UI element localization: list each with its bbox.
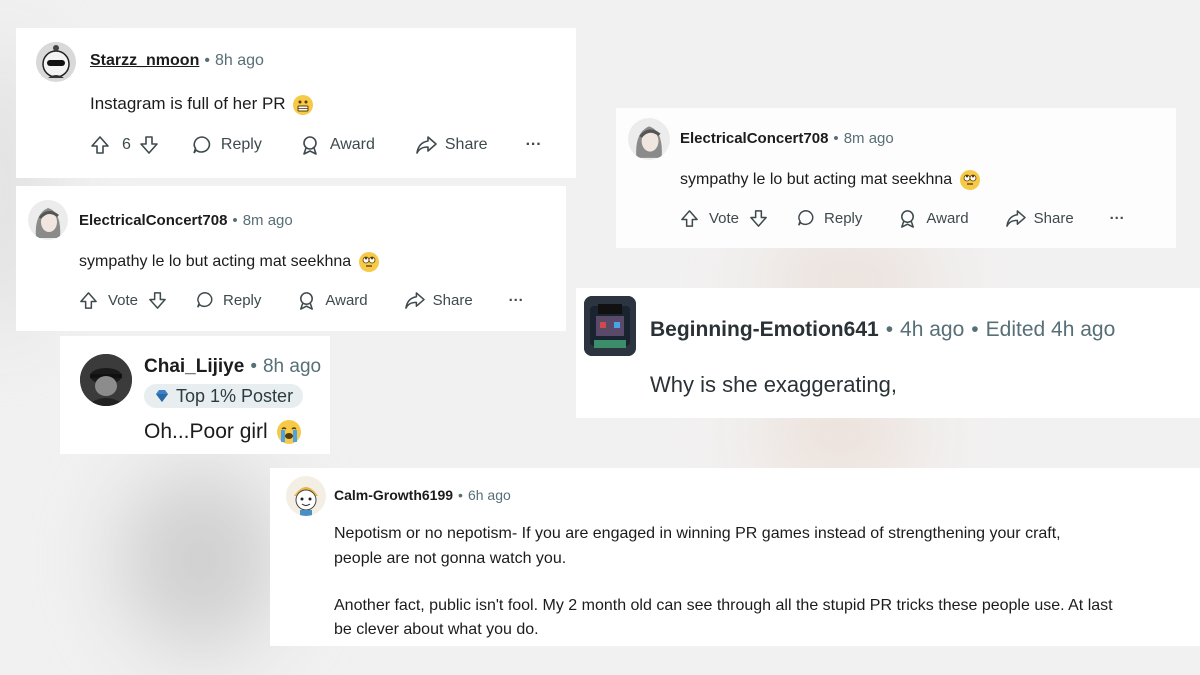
avatar[interactable] [36, 42, 76, 82]
eye-roll-emoji [959, 170, 980, 190]
vote-label: Vote [108, 291, 139, 309]
upvote-icon [91, 136, 109, 154]
downvote-button[interactable] [148, 291, 167, 310]
username[interactable]: ElectricalConcert708 [680, 130, 828, 147]
more-options-button[interactable]: ··· [526, 136, 542, 154]
timestamp[interactable]: 8m ago [844, 130, 894, 147]
comment-bubble-icon [197, 291, 213, 308]
downvote-button[interactable] [139, 135, 159, 155]
comment-card: Starzz_nmoon • 8h ago Instagram is full … [16, 28, 576, 178]
award-button[interactable]: Award [297, 291, 368, 310]
share-button[interactable]: Share [404, 291, 473, 310]
upvote-icon [681, 209, 698, 227]
award-icon [303, 136, 317, 155]
downvote-icon [149, 291, 166, 309]
separator: • [885, 318, 894, 341]
comment-bubble-icon [193, 136, 211, 154]
award-icon [901, 209, 915, 228]
share-icon [404, 291, 425, 309]
reply-button[interactable]: Reply [195, 290, 261, 310]
comment-header: Chai_Lijiye • 8h ago [144, 356, 321, 378]
avatar[interactable] [628, 118, 670, 160]
comment-card: ElectricalConcert708 • 8m ago sympathy l… [16, 186, 566, 331]
downvote-button[interactable] [749, 209, 768, 228]
share-icon [1005, 209, 1026, 227]
comment-body: Oh...Poor girl [144, 420, 301, 445]
top-poster-badge[interactable]: Top 1% Poster [144, 384, 304, 408]
comment-header: Beginning-Emotion641 • 4h ago • Edited 4… [650, 318, 1115, 342]
award-button[interactable]: Award [300, 135, 375, 155]
avatar[interactable] [28, 200, 68, 240]
timestamp[interactable]: 8m ago [243, 212, 293, 229]
more-options-button[interactable]: ··· [509, 292, 524, 309]
comment-body: sympathy le lo but acting mat seekhna [680, 170, 980, 190]
crying-emoji [276, 420, 301, 445]
vote-count: 6 [122, 136, 131, 153]
separator: • [458, 487, 463, 503]
downvote-icon [750, 209, 767, 227]
separator: • [204, 52, 210, 69]
action-bar: 6 Reply Award Share ··· [90, 134, 542, 156]
username[interactable]: Beginning-Emotion641 [650, 318, 879, 342]
separator: • [833, 130, 839, 147]
timestamp[interactable]: 8h ago [215, 52, 264, 70]
award-icon [300, 291, 314, 310]
share-icon [416, 136, 437, 154]
grimace-emoji [293, 94, 314, 115]
timestamp[interactable]: 8h ago [263, 356, 321, 378]
comment-header: ElectricalConcert708 • 8m ago [680, 130, 894, 147]
share-button[interactable]: Share [1005, 209, 1074, 228]
action-bar: Vote Reply Award Share ··· [79, 290, 524, 310]
upvote-icon [80, 291, 97, 309]
comment-card: Beginning-Emotion641 • 4h ago • Edited 4… [576, 288, 1200, 418]
share-button[interactable]: Share [415, 135, 488, 155]
comment-bubble-icon [798, 209, 814, 226]
comment-header: ElectricalConcert708 • 8m ago [79, 212, 293, 229]
username[interactable]: Calm-Growth6199 [334, 487, 453, 503]
comment-card: Calm-Growth6199 • 6h ago Nepotism or no … [270, 468, 1200, 646]
username[interactable]: Chai_Lijiye [144, 356, 244, 378]
upvote-button[interactable] [680, 209, 699, 228]
comment-body: sympathy le lo but acting mat seekhna [79, 252, 379, 272]
avatar[interactable] [80, 354, 132, 406]
comment-body-line: be clever about what you do. [334, 621, 539, 638]
comment-header: Calm-Growth6199 • 6h ago [334, 487, 511, 503]
eye-roll-emoji [358, 252, 379, 272]
timestamp[interactable]: 4h ago [900, 318, 964, 342]
timestamp[interactable]: 6h ago [468, 487, 511, 503]
background-blur [120, 470, 280, 650]
comment-card: Chai_Lijiye • 8h ago Top 1% Poster Oh...… [60, 336, 330, 454]
comment-body-line: Nepotism or no nepotism- If you are enga… [334, 525, 1061, 542]
upvote-button[interactable] [79, 291, 98, 310]
upvote-button[interactable] [90, 135, 110, 155]
diamond-icon [156, 390, 168, 402]
action-bar: Vote Reply Award Share ··· [680, 208, 1125, 228]
avatar[interactable] [286, 476, 326, 516]
separator: • [232, 212, 238, 229]
comment-body-line: people are not gonna watch you. [334, 550, 567, 567]
comment-body: Instagram is full of her PR [90, 94, 314, 115]
username[interactable]: ElectricalConcert708 [79, 212, 227, 229]
comment-card: ElectricalConcert708 • 8m ago sympathy l… [616, 108, 1176, 248]
username[interactable]: Starzz_nmoon [90, 52, 199, 70]
separator: • [971, 318, 979, 341]
more-options-button[interactable]: ··· [1110, 210, 1125, 227]
vote-label: Vote [709, 209, 740, 227]
downvote-icon [140, 136, 158, 154]
comment-body: Why is she exaggerating, [650, 372, 898, 397]
comment-body-line: Another fact, public isn't fool. My 2 mo… [334, 597, 1113, 614]
reply-button[interactable]: Reply [796, 208, 862, 228]
award-button[interactable]: Award [898, 209, 969, 228]
edited-label: Edited 4h ago [985, 318, 1116, 341]
reply-button[interactable]: Reply [191, 134, 262, 156]
comment-header: Starzz_nmoon • 8h ago [90, 52, 264, 70]
avatar[interactable] [584, 296, 636, 356]
separator: • [250, 356, 257, 377]
